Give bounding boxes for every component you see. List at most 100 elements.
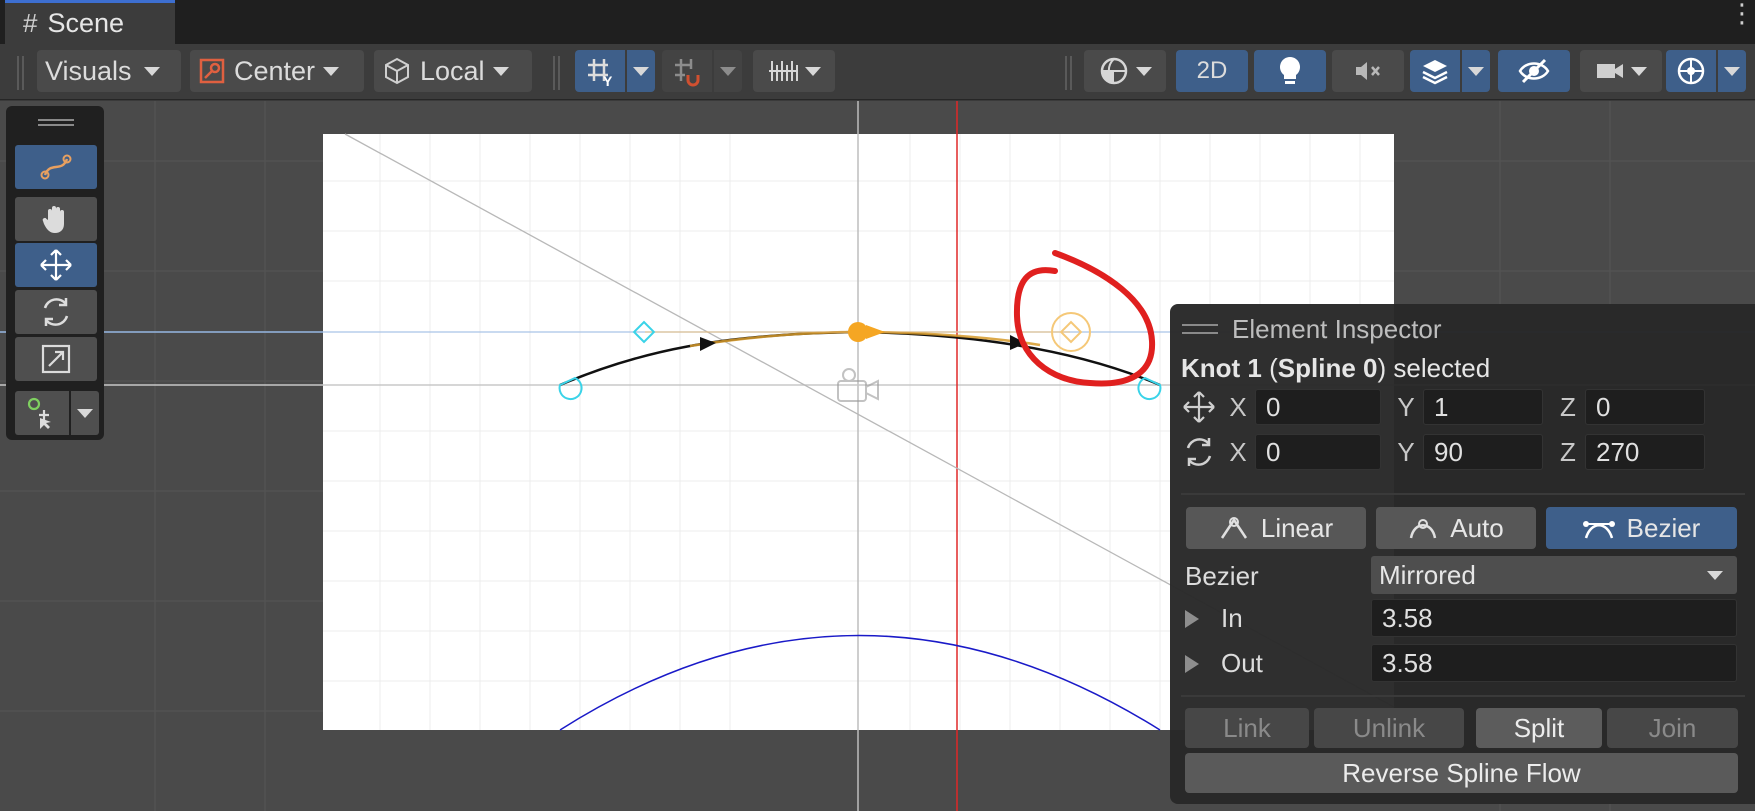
lighting-toggle[interactable] (1254, 50, 1326, 92)
reverse-spline-flow-button[interactable]: Reverse Spline Flow (1185, 753, 1738, 793)
draw-mode-dropdown[interactable] (1084, 50, 1166, 92)
rotation-y-input[interactable]: 90 (1423, 434, 1543, 470)
split-button[interactable]: Split (1476, 708, 1602, 748)
inspector-title: Element Inspector (1232, 313, 1442, 344)
chevron-down-icon (1468, 66, 1484, 76)
expand-arrow-icon[interactable] (1185, 609, 1199, 628)
selected-paren-close: ) (1377, 353, 1387, 383)
inspector-header[interactable]: Element Inspector (1182, 314, 1442, 344)
bezier-mode-dropdown[interactable]: Mirrored (1371, 556, 1737, 594)
drag-handle-icon[interactable] (38, 119, 74, 126)
mode-bezier-button[interactable]: Bezier (1546, 507, 1737, 549)
add-knot-icon (26, 396, 58, 430)
drag-handle-icon[interactable] (1182, 324, 1218, 334)
effects-menu[interactable] (1462, 50, 1490, 92)
grid-hash-icon: # (23, 8, 38, 38)
mode-auto-button[interactable]: Auto (1376, 507, 1536, 549)
rotation-x-label: X (1229, 436, 1247, 467)
visuals-dropdown[interactable]: Visuals (37, 50, 181, 92)
create-tool-menu[interactable] (71, 391, 99, 435)
create-tool-button[interactable] (15, 391, 69, 435)
globe-shading-icon (1098, 55, 1130, 87)
toolbar-grip[interactable] (1065, 56, 1072, 90)
tool-palette (6, 106, 104, 440)
chevron-down-icon (1724, 66, 1740, 76)
out-tangent-input[interactable]: 3.58 (1371, 644, 1737, 682)
divider (1181, 493, 1745, 495)
tab-scene[interactable]: # Scene (5, 0, 175, 44)
magnet-snap-icon (671, 55, 703, 87)
in-tangent-input[interactable]: 3.58 (1371, 599, 1737, 637)
scale-tool-button[interactable] (15, 337, 97, 381)
rotate-icon (1181, 434, 1221, 470)
hand-tool-button[interactable] (15, 197, 97, 241)
bezier-mode-value: Mirrored (1379, 559, 1476, 590)
position-z-input[interactable]: 0 (1585, 389, 1705, 425)
rotation-z-input[interactable]: 270 (1585, 434, 1705, 470)
rotation-y-label: Y (1397, 436, 1415, 467)
bezier-label: Bezier (1185, 561, 1259, 591)
chevron-down-icon (492, 66, 509, 76)
selected-knot-name: Knot 1 (1181, 353, 1262, 383)
audio-toggle[interactable] (1332, 50, 1404, 92)
out-foldout[interactable]: Out (1185, 648, 1263, 679)
bezier-tangent-icon (1582, 515, 1615, 541)
selected-spline-name: Spline 0 (1277, 353, 1378, 383)
position-y-input[interactable]: 1 (1423, 389, 1543, 425)
tab-scene-label: Scene (47, 8, 125, 38)
link-button[interactable]: Link (1185, 708, 1309, 748)
toolbar-grip[interactable] (553, 56, 560, 90)
chevron-down-icon (1631, 66, 1647, 76)
mode-2d-toggle[interactable]: 2D (1176, 50, 1248, 92)
move-icon (1181, 389, 1221, 425)
auto-tangent-icon (1408, 515, 1438, 541)
expand-arrow-icon[interactable] (1185, 654, 1199, 673)
grid-snap-menu[interactable] (627, 50, 655, 92)
selected-suffix: selected (1386, 353, 1491, 383)
lightbulb-icon (1277, 55, 1303, 87)
gizmo-sphere-icon (1675, 55, 1707, 87)
effects-toggle[interactable] (1410, 50, 1460, 92)
grid-snap-icon: Y (584, 55, 616, 87)
chevron-down-icon (805, 66, 821, 76)
eye-crossed-icon (1517, 57, 1551, 85)
grid-snap-button[interactable]: Y (575, 50, 625, 92)
rotation-z-label: Z (1560, 436, 1576, 467)
space-dropdown[interactable]: Local (374, 50, 532, 92)
gizmos-menu[interactable] (1718, 50, 1746, 92)
rotate-tool-button[interactable] (15, 290, 97, 334)
position-z-label: Z (1560, 391, 1576, 422)
selected-paren-open: ( (1261, 353, 1278, 383)
gizmos-toggle[interactable] (1666, 50, 1716, 92)
camera-dropdown[interactable] (1580, 50, 1662, 92)
chevron-down-icon (323, 66, 340, 76)
increment-snap-menu[interactable] (714, 50, 742, 92)
divider (1181, 695, 1745, 697)
scale-icon (39, 342, 73, 376)
visuals-label: Visuals (45, 55, 132, 86)
spline-tool-icon (38, 151, 74, 183)
mode-2d-label: 2D (1196, 57, 1228, 84)
in-foldout[interactable]: In (1185, 603, 1243, 634)
scene-viewport[interactable]: Element Inspector Knot 1 (Spline 0) sele… (0, 101, 1755, 811)
position-x-input[interactable]: 0 (1255, 389, 1381, 425)
mode-linear-button[interactable]: Linear (1186, 507, 1366, 549)
spline-edit-tool-button[interactable] (15, 145, 97, 189)
chevron-down-icon (143, 66, 160, 76)
in-label: In (1221, 603, 1243, 633)
pivot-dropdown[interactable]: Center (190, 50, 364, 92)
pivot-center-icon (198, 57, 226, 85)
move-tool-button[interactable] (15, 243, 97, 287)
join-button[interactable]: Join (1607, 708, 1738, 748)
hidden-objects-toggle[interactable] (1498, 50, 1570, 92)
scene-toolbar: Visuals Center Local Y 2D (0, 44, 1755, 100)
more-options-icon[interactable]: ⋮ (1729, 0, 1755, 26)
mode-auto-label: Auto (1450, 512, 1504, 543)
increment-snap-button[interactable] (662, 50, 712, 92)
move-icon (38, 247, 74, 283)
rotation-x-input[interactable]: 0 (1255, 434, 1381, 470)
chevron-down-icon (720, 66, 736, 76)
grid-visibility-button[interactable] (753, 50, 835, 92)
toolbar-grip[interactable] (17, 56, 24, 90)
unlink-button[interactable]: Unlink (1314, 708, 1464, 748)
